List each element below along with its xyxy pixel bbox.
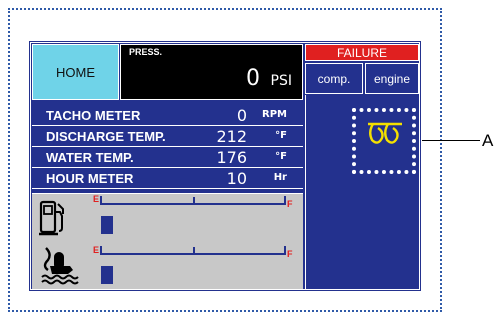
glow-plug-icon (368, 122, 402, 144)
reading-value: 10 (226, 169, 247, 188)
reading-label: TACHO METER (46, 108, 141, 123)
home-button-label: HOME (56, 64, 95, 80)
coolant-empty-label: E (93, 245, 100, 255)
coolant-scale-mid-tick (193, 247, 195, 253)
reading-unit: RPM (262, 109, 287, 120)
reading-value: 0 (236, 106, 247, 125)
reading-unit: °F (275, 130, 287, 141)
coolant-full-label: F (287, 249, 293, 259)
tab-engine[interactable]: engine (365, 63, 419, 94)
pressure-display: PRESS. 0 PSI (120, 44, 303, 100)
fuel-empty-label: E (93, 194, 100, 204)
pressure-value: 0 (246, 66, 260, 91)
fuel-scale-mid-tick (193, 197, 195, 203)
failure-header: FAILURE (305, 44, 419, 61)
tab-comp-label: comp. (317, 71, 351, 86)
fuel-level-bar (101, 216, 113, 234)
reading-row-hour-meter: HOUR METER 10 Hr (32, 168, 303, 189)
level-gauges: E F E F (32, 193, 303, 289)
pressure-label: PRESS. (129, 47, 163, 57)
reading-unit: °F (275, 151, 287, 162)
reading-value: 176 (216, 148, 247, 167)
reading-label: WATER TEMP. (46, 150, 134, 165)
fuel-scale (100, 196, 286, 205)
reading-unit: Hr (273, 172, 287, 183)
coolant-temperature-icon (41, 247, 79, 285)
readings-list: TACHO METER 0 RPM DISCHARGE TEMP. 212 °F… (32, 105, 303, 189)
fuel-full-label: F (287, 199, 293, 209)
reading-value: 212 (216, 127, 247, 146)
reading-row-water-temp: WATER TEMP. 176 °F (32, 147, 303, 168)
reading-label: HOUR METER (46, 171, 134, 186)
callout-label: A (482, 131, 494, 150)
home-button[interactable]: HOME (32, 44, 119, 100)
pressure-unit: PSI (270, 73, 292, 89)
failure-label: FAILURE (336, 45, 387, 60)
reading-label: DISCHARGE TEMP. (46, 129, 166, 144)
coolant-scale (100, 246, 286, 255)
callout-leader-line (422, 140, 480, 141)
tab-comp[interactable]: comp. (305, 63, 363, 94)
reading-row-discharge-temp: DISCHARGE TEMP. 212 °F (32, 126, 303, 147)
coolant-level-bar (101, 266, 113, 284)
fuel-pump-icon (39, 200, 64, 236)
tab-engine-label: engine (373, 71, 411, 86)
reading-row-tacho: TACHO METER 0 RPM (32, 105, 303, 126)
